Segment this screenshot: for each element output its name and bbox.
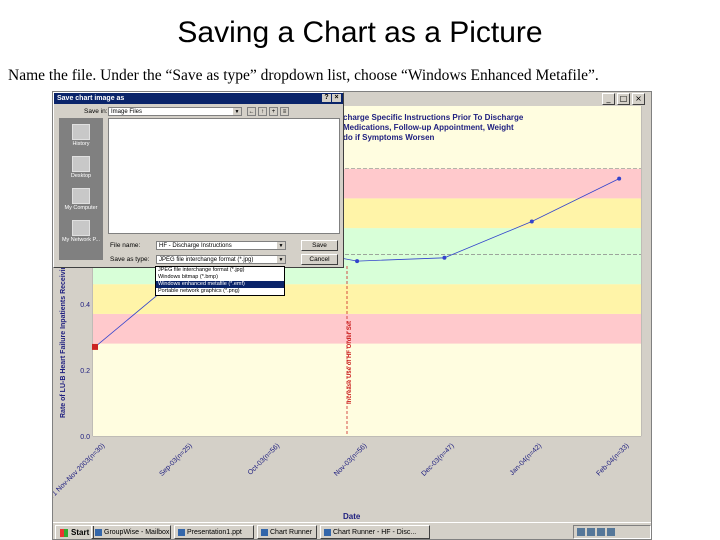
save-type-option-selected[interactable]: Windows enhanced metafile (*.emf) [156,281,284,288]
save-type-option[interactable]: Windows bitmap (*.bmp) [156,274,284,281]
up-folder-icon[interactable]: ↑ [258,107,267,116]
data-point [617,176,622,181]
tray-icon[interactable] [577,528,585,536]
minimize-button[interactable]: _ [602,93,615,105]
screenshot: _ □ × charge Specific Instructions Prior… [52,91,652,540]
y-tick-label: 0.2 [80,368,90,375]
y-tick-label: 0.4 [80,302,90,309]
start-button[interactable]: Start [55,525,95,539]
data-point [529,219,534,224]
view-menu-icon[interactable]: ≡ [280,107,289,116]
y-tick-label: 0.0 [80,434,90,441]
save-dialog: Save chart image as ? × Save in: Image F… [53,92,344,268]
file-name-value: HF - Discharge Instructions [159,243,232,249]
taskbar-item[interactable]: Chart Runner [257,525,317,539]
places-bar: History Desktop My Computer My Network P… [59,118,103,260]
save-type-select[interactable]: JPEG file interchange format (*.jpg) ▼ [156,255,286,264]
file-name-label: File name: [110,242,141,249]
y-axis-label: Rate of LU-B Heart Failure Inpatients Re… [60,250,67,418]
chevron-down-icon: ▼ [277,242,285,249]
help-button[interactable]: ? [322,94,331,102]
chart-title-line-1: charge Specific Instructions Prior To Di… [343,113,524,122]
dialog-title: Save chart image as [57,95,125,102]
taskbar-item[interactable]: GroupWise - Mailbox [91,525,171,539]
data-point [355,259,360,264]
slide-title: Saving a Chart as a Picture [177,16,543,49]
close-button[interactable]: × [632,93,645,105]
dialog-title-bar: Save chart image as ? × [54,93,343,104]
save-type-option[interactable]: Portable network graphics (*.png) [156,288,284,295]
tray-icon[interactable] [607,528,615,536]
history-icon [72,124,90,140]
desktop-icon [72,156,90,172]
save-type-value: JPEG file interchange format (*.jpg) [159,257,254,263]
annotation-text: Increase Use of HF Order Set [347,321,353,404]
network-icon [72,220,90,236]
back-icon[interactable]: ← [247,107,256,116]
taskbar-item[interactable]: Presentation1.ppt [174,525,254,539]
data-point [442,255,447,260]
system-tray [573,525,651,539]
save-type-option[interactable]: JPEG file interchange format (*.jpg) [156,267,284,274]
chart-title-line-3: do if Symptoms Worsen [343,133,435,142]
place-my-network[interactable]: My Network P... [59,220,103,243]
taskbar-item[interactable]: Chart Runner - HF - Disc... [320,525,430,539]
dialog-close-button[interactable]: × [332,94,341,102]
maximize-button[interactable]: □ [617,93,630,105]
file-list[interactable] [108,118,340,234]
save-button[interactable]: Save [301,240,338,251]
tray-icon[interactable] [597,528,605,536]
save-in-value: Image Files [111,109,143,115]
save-type-dropdown-list: JPEG file interchange format (*.jpg) Win… [155,266,285,296]
chevron-down-icon: ▼ [233,108,241,115]
cancel-button[interactable]: Cancel [301,254,338,265]
place-desktop[interactable]: Desktop [59,156,103,179]
control-band [93,343,641,436]
computer-icon [72,188,90,204]
place-history[interactable]: History [59,124,103,147]
save-in-label: Save in: [84,108,108,115]
x-axis-label: Date [343,512,361,521]
chevron-down-icon: ▼ [277,256,285,263]
file-name-input[interactable]: HF - Discharge Instructions ▼ [156,241,286,250]
control-band [93,313,641,344]
slide-caption: Name the file. Under the “Save as type” … [8,67,599,84]
windows-logo-icon [60,529,68,537]
place-my-computer[interactable]: My Computer [59,188,103,211]
new-folder-icon[interactable]: + [269,107,278,116]
tray-icon[interactable] [587,528,595,536]
save-type-label: Save as type: [110,256,150,263]
data-point [92,343,98,350]
chart-title-line-2: Medications, Follow-up Appointment, Weig… [343,123,514,132]
save-in-select[interactable]: Image Files ▼ [108,107,242,116]
taskbar: Start GroupWise - Mailbox Presentation1.… [53,522,651,539]
